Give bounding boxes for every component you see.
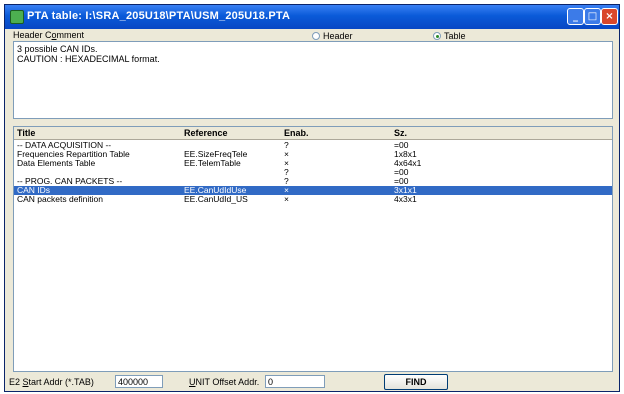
window-title: PTA table: I:\SRA_205U18\PTA\USM_205U18.…	[27, 10, 291, 22]
minimize-button[interactable]: _	[567, 8, 584, 25]
radio-table-dot[interactable]	[433, 32, 441, 40]
table-row-selected[interactable]: CAN IDs EE.CanUdIdUse × 3x1x1	[14, 186, 612, 195]
maximize-icon: □	[587, 11, 598, 22]
table-row[interactable]: CAN packets definition EE.CanUdId_US × 4…	[14, 195, 612, 204]
maximize-button[interactable]: □	[584, 8, 601, 25]
e2-start-addr-label: E2 Start Addr (*.TAB)	[9, 377, 94, 387]
cell-enab: ×	[284, 194, 289, 204]
app-icon	[10, 10, 24, 24]
table-row[interactable]: Data Elements Table EE.TelemTable × 4x64…	[14, 159, 612, 168]
cell-reference: EE.TelemTable	[184, 158, 241, 168]
table-header: Title Reference Enab. Sz.	[14, 127, 612, 140]
cell-title: Data Elements Table	[17, 158, 96, 168]
pta-table-window: PTA table: I:\SRA_205U18\PTA\USM_205U18.…	[4, 4, 620, 392]
minimize-icon: _	[573, 11, 578, 22]
pta-table-grid[interactable]: Title Reference Enab. Sz. -- DATA ACQUIS…	[13, 126, 613, 372]
comment-line: CAUTION : HEXADECIMAL format.	[17, 54, 160, 64]
column-header-sz[interactable]: Sz.	[394, 128, 407, 138]
radio-table[interactable]: Table	[433, 31, 466, 41]
header-comment-label: Header Comment	[13, 30, 85, 40]
cell-title: CAN packets definition	[17, 194, 103, 204]
header-comment-textarea[interactable]: 3 possible CAN IDs. CAUTION : HEXADECIMA…	[13, 41, 613, 119]
comment-line: 3 possible CAN IDs.	[17, 44, 98, 54]
radio-header-dot[interactable]	[312, 32, 320, 40]
radio-header-label: Header	[323, 31, 353, 41]
cell-sz: 4x3x1	[394, 194, 417, 204]
table-row[interactable]: -- PROG. CAN PACKETS -- ? =00	[14, 177, 612, 186]
close-button[interactable]: ×	[601, 8, 618, 25]
unit-offset-addr-label: UNIT Offset Addr.	[189, 377, 260, 387]
table-row[interactable]: Frequencies Repartition Table EE.SizeFre…	[14, 150, 612, 159]
unit-offset-addr-input[interactable]	[265, 375, 325, 388]
column-header-title[interactable]: Title	[17, 128, 35, 138]
title-bar[interactable]: PTA table: I:\SRA_205U18\PTA\USM_205U18.…	[5, 5, 619, 29]
bottom-bar: E2 Start Addr (*.TAB) UNIT Offset Addr. …	[5, 373, 619, 391]
find-button[interactable]: FIND	[384, 374, 448, 390]
cell-reference: EE.CanUdId_US	[184, 194, 248, 204]
radio-table-label: Table	[444, 31, 466, 41]
radio-header[interactable]: Header	[312, 31, 353, 41]
close-icon: ×	[605, 11, 614, 22]
column-header-reference[interactable]: Reference	[184, 128, 228, 138]
e2-start-addr-input[interactable]	[115, 375, 163, 388]
column-header-enab[interactable]: Enab.	[284, 128, 309, 138]
